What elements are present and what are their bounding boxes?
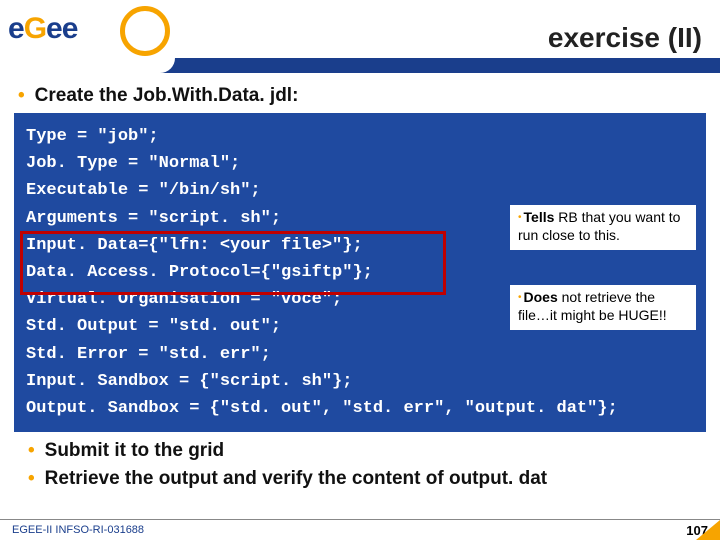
bottom-bullets: • Submit it to the grid • Retrieve the out…	[22, 440, 708, 490]
bullet-text: Submit it to the grid	[45, 440, 224, 461]
header: e G e e exercise (II)	[0, 0, 720, 58]
bullet-text: Create the Job.With.Data. jdl:	[35, 85, 299, 106]
code-line: Output. Sandbox = {"std. out", "std. err…	[26, 395, 694, 422]
annot-bold: Tells	[524, 209, 555, 225]
bullet-text: Retrieve the output and verify the conte…	[45, 468, 547, 489]
footer-left: EGEE-II INFSO-RI-031688	[12, 524, 144, 536]
code-line: Type = "job";	[26, 123, 694, 150]
bullet-icon: •	[518, 212, 522, 223]
bullet-icon: •	[28, 468, 35, 489]
code-box: Type = "job"; Job. Type = "Normal"; Exec…	[14, 113, 706, 432]
annotation-does: •Does not retrieve the file…it might be …	[510, 285, 696, 330]
logo-circle-icon	[120, 6, 170, 56]
divider-curve	[0, 58, 175, 73]
code-line: Executable = "/bin/sh";	[26, 177, 694, 204]
annotation-tells: •Tells RB that you want to run close to …	[510, 205, 696, 250]
bullet-create: • Create the Job.With.Data. jdl:	[18, 85, 708, 107]
corner-icon	[696, 520, 720, 540]
bullet-icon: •	[518, 292, 522, 303]
code-line: Std. Error = "std. err";	[26, 341, 694, 368]
footer: EGEE-II INFSO-RI-031688 107	[0, 519, 720, 540]
code-line: Data. Access. Protocol={"gsiftp"};	[26, 259, 694, 286]
logo-area: e G e e	[0, 0, 175, 58]
code-line: Job. Type = "Normal";	[26, 150, 694, 177]
logo-letter: e	[8, 12, 24, 46]
content-area: • Create the Job.With.Data. jdl: Type = "…	[0, 73, 720, 490]
bullet-submit: • Submit it to the grid	[28, 440, 708, 462]
logo-letter: e	[46, 12, 62, 46]
annot-bold: Does	[524, 289, 558, 305]
egee-logo: e G e e	[8, 12, 77, 46]
code-line: Input. Sandbox = {"script. sh"};	[26, 368, 694, 395]
bullet-icon: •	[18, 85, 25, 106]
tagline: Enabling Grids for E-sciencE	[182, 45, 299, 55]
header-divider	[0, 58, 720, 73]
bullet-retrieve: • Retrieve the output and verify the cont…	[28, 468, 708, 490]
bullet-icon: •	[28, 440, 35, 461]
logo-letter: G	[24, 12, 46, 46]
logo-letter: e	[62, 12, 78, 46]
